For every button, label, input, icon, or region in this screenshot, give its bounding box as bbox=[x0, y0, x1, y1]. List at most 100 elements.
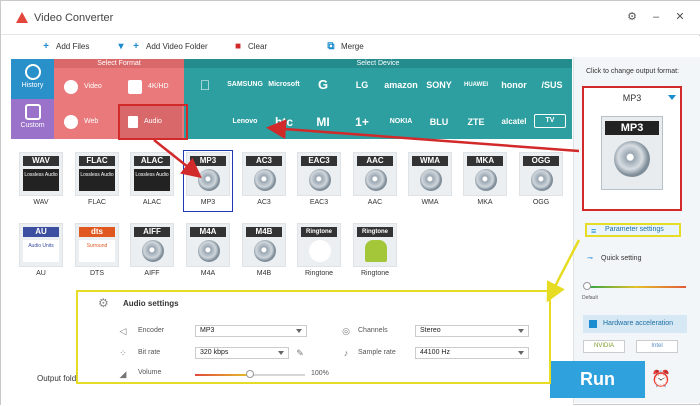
brand-blackberry[interactable] bbox=[184, 114, 226, 130]
format-tile-ringtone-apple[interactable]: Ringtone Ringtone bbox=[296, 223, 342, 283]
add-files-button[interactable]: + Add Files bbox=[41, 40, 89, 54]
format-tag: AIFF bbox=[134, 227, 170, 237]
edit-pencil-icon[interactable]: ✎ bbox=[295, 348, 305, 358]
format-tile-ringtone-android[interactable]: Ringtone Ringtone bbox=[352, 223, 398, 283]
close-button[interactable]: ✕ bbox=[671, 8, 689, 26]
channels-value: Stereo bbox=[420, 327, 441, 334]
intel-badge: Intel bbox=[636, 340, 678, 353]
encoder-select[interactable]: MP3 bbox=[195, 325, 307, 337]
lossless-badge: Lossless Audio bbox=[134, 169, 170, 191]
brand-lg[interactable]: LG bbox=[341, 77, 383, 93]
format-tag: AU bbox=[23, 227, 59, 237]
brand-sony[interactable]: SONY bbox=[418, 77, 460, 93]
format-tile-aiff[interactable]: AIFF AIFF bbox=[129, 223, 175, 283]
brand-lenovo[interactable]: Lenovo bbox=[224, 114, 266, 130]
audio-gear-icon: ⚙ bbox=[98, 296, 109, 310]
format-tag: FLAC bbox=[79, 156, 115, 166]
default-label: Default bbox=[582, 295, 598, 301]
dropdown-arrow-icon bbox=[278, 351, 284, 355]
format-tile-wma[interactable]: WMA WMA bbox=[407, 152, 453, 212]
samplerate-value: 44100 Hz bbox=[420, 349, 450, 356]
samplerate-select[interactable]: 44100 Hz bbox=[415, 347, 529, 359]
format-4k-hd-label: 4K/HD bbox=[148, 83, 169, 90]
nav-history[interactable]: History bbox=[11, 59, 54, 99]
parameter-settings-button[interactable]: ≡ Parameter settings bbox=[585, 223, 681, 237]
format-video[interactable]: Video bbox=[54, 70, 118, 103]
alarm-clock-icon[interactable]: ⏰ bbox=[649, 368, 673, 392]
brand-huawei[interactable]: HUAWEI bbox=[455, 77, 497, 93]
brand-zte[interactable]: ZTE bbox=[455, 114, 497, 130]
run-button[interactable]: Run bbox=[550, 361, 645, 398]
format-tile-flac[interactable]: FLAC Lossless Audio FLAC bbox=[74, 152, 120, 212]
mp3-tag: MP3 bbox=[605, 121, 659, 135]
volume-label: Volume bbox=[138, 369, 162, 376]
format-tile-m4a[interactable]: M4A M4A bbox=[185, 223, 231, 283]
disc-icon bbox=[475, 169, 497, 191]
format-tile-ac3[interactable]: AC3 AC3 bbox=[241, 152, 287, 212]
bitrate-label: Bit rate bbox=[138, 349, 161, 356]
format-tile-m4b[interactable]: M4B M4B bbox=[241, 223, 287, 283]
format-tag: WMA bbox=[412, 156, 448, 166]
quality-slider-knob[interactable] bbox=[583, 282, 591, 290]
format-tag: AAC bbox=[357, 156, 393, 166]
mp3-selection-box bbox=[183, 150, 233, 212]
brand-oneplus[interactable]: 1+ bbox=[341, 114, 383, 130]
gear-icon[interactable]: ⚙ bbox=[623, 8, 641, 26]
android-icon bbox=[365, 240, 387, 262]
format-tile-mka[interactable]: MKA MKA bbox=[462, 152, 508, 212]
add-video-folder-button[interactable]: ▾ + Add Video Folder bbox=[116, 40, 207, 54]
title-bar: Video Converter ⚙ – ✕ bbox=[1, 1, 700, 35]
format-4k-hd[interactable]: 4K/HD bbox=[118, 70, 182, 103]
brand-amazon[interactable]: amazon bbox=[380, 77, 422, 93]
brand-mi[interactable]: MI bbox=[302, 114, 344, 130]
brand-nokia[interactable]: NOKIA bbox=[380, 114, 422, 130]
brand-asus[interactable]: /SUS bbox=[531, 77, 573, 93]
format-tile-box: WAV Lossless Audio bbox=[19, 152, 63, 196]
format-tile-aac[interactable]: AAC AAC bbox=[352, 152, 398, 212]
dropdown-arrow-icon[interactable] bbox=[668, 95, 676, 100]
format-label: AIFF bbox=[144, 270, 160, 277]
brand-htc[interactable]: htc bbox=[263, 114, 305, 130]
minimize-button[interactable]: – bbox=[647, 8, 665, 26]
hardware-acceleration-toggle[interactable]: Hardware acceleration bbox=[583, 315, 687, 333]
output-format-selector[interactable]: MP3 MP3 bbox=[582, 86, 682, 211]
channels-select[interactable]: Stereo bbox=[415, 325, 529, 337]
volume-slider-knob[interactable] bbox=[246, 370, 254, 378]
merge-button[interactable]: ⧉ Merge bbox=[326, 40, 363, 54]
format-tile-box: AAC bbox=[353, 152, 397, 196]
brand-blu[interactable]: BLU bbox=[418, 114, 460, 130]
bitrate-select[interactable]: 320 kbps bbox=[195, 347, 289, 359]
brand-tv[interactable]: TV bbox=[534, 114, 566, 128]
volume-value: 100% bbox=[311, 370, 329, 377]
brand-google[interactable]: G bbox=[302, 77, 344, 93]
format-tile-alac[interactable]: ALAC Lossless Audio ALAC bbox=[129, 152, 175, 212]
brand-alcatel[interactable]: alcatel bbox=[493, 114, 535, 130]
audio-settings-panel: ⚙ Audio settings ◁ Encoder MP3 ◎ Channel… bbox=[76, 290, 551, 384]
format-tile-dts[interactable]: dts Surround DTS bbox=[74, 223, 120, 283]
format-label: OGG bbox=[532, 199, 550, 206]
format-tile-eac3[interactable]: EAC3 EAC3 bbox=[296, 152, 342, 212]
brand-honor[interactable]: honor bbox=[493, 77, 535, 93]
parameter-settings-label: Parameter settings bbox=[605, 226, 664, 233]
format-tile-ogg[interactable]: OGG OGG bbox=[518, 152, 564, 212]
format-tile-box: Ringtone bbox=[353, 223, 397, 267]
brand-microsoft[interactable]: Microsoft bbox=[263, 77, 305, 93]
brand-apple[interactable]:  bbox=[184, 77, 226, 93]
format-tile-box: WMA bbox=[408, 152, 452, 196]
format-tile-wav[interactable]: WAV Lossless Audio WAV bbox=[18, 152, 64, 212]
format-label: AAC bbox=[367, 199, 383, 206]
brand-samsung[interactable]: SAMSUNG bbox=[224, 77, 266, 93]
quality-slider-track[interactable] bbox=[586, 286, 686, 288]
nav-custom[interactable]: Custom bbox=[11, 99, 54, 139]
format-tile-au[interactable]: AU Audio Units AU bbox=[18, 223, 64, 283]
microphone-icon: ♪ bbox=[343, 348, 349, 358]
dropdown-arrow-icon[interactable]: ▾ bbox=[116, 42, 126, 52]
format-web[interactable]: Web bbox=[54, 105, 118, 138]
format-tile-box: AC3 bbox=[242, 152, 286, 196]
format-tile-box: OGG bbox=[519, 152, 563, 196]
format-tile-box: dts Surround bbox=[75, 223, 119, 267]
format-tile-box: AU Audio Units bbox=[19, 223, 63, 267]
clear-button[interactable]: ■ Clear bbox=[233, 40, 267, 54]
format-label: AC3 bbox=[257, 199, 271, 206]
checkbox-icon[interactable] bbox=[589, 320, 597, 328]
